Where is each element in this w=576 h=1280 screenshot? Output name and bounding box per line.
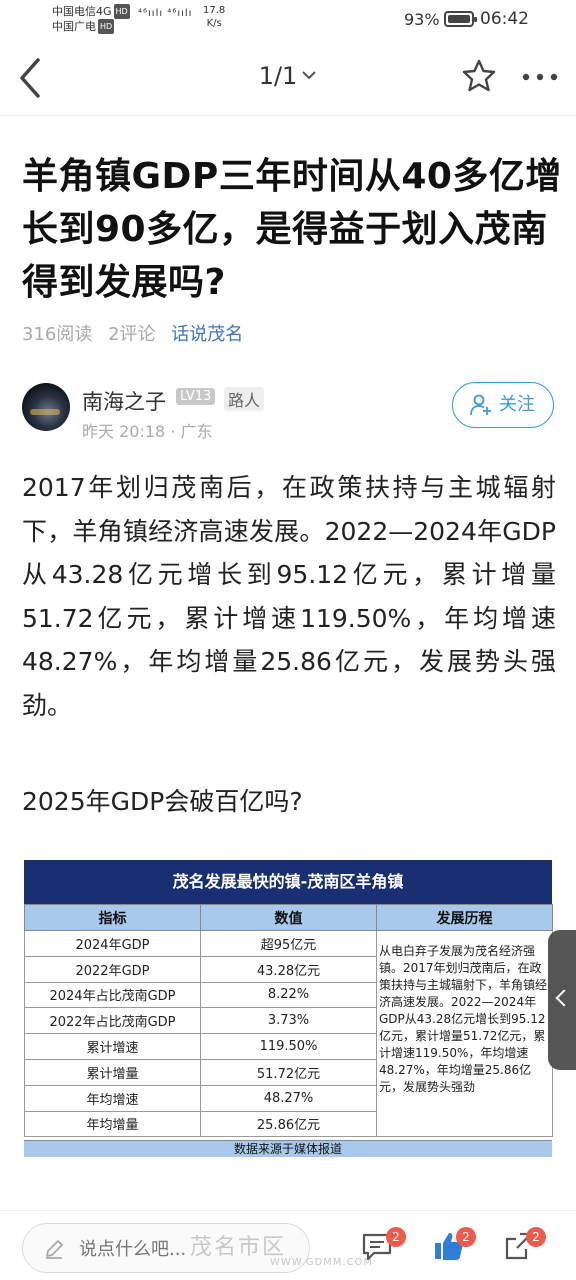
cell-value: 25.86亿元 xyxy=(200,1110,377,1138)
data-table: 指标 数值 发展历程 2024年GDP 超95亿元 从电白弃子发展为茂名经济强镇… xyxy=(24,904,553,1138)
signal-icon: ⁴⁶ıılı ⁴⁶ıılı xyxy=(138,8,193,19)
cell-label: 2022年GDP xyxy=(24,955,201,983)
article-paragraph: 2017年划归茂南后，在政策扶持与主城辐射下，羊角镇经济高速发展。2022—20… xyxy=(22,473,556,720)
pencil-icon xyxy=(46,1240,63,1259)
article-meta: 316阅读 2评论 话说茂名 xyxy=(22,320,253,346)
carrier-1: 中国电信4G xyxy=(52,5,112,18)
more-button[interactable] xyxy=(520,62,560,92)
article-title: 羊角镇GDP三年时间从40多亿增长到90多亿，是得益于划入茂南得到发展吗? xyxy=(22,156,562,303)
table-title: 茂名发展最快的镇-茂南区羊角镇 xyxy=(24,860,552,904)
status-bar: 中国电信4G HD 中国广电 HD ⁴⁶ıılı ⁴⁶ıılı 17.8 K/s 9… xyxy=(0,0,576,40)
cell-label: 2024年GDP xyxy=(24,930,201,957)
site-watermark: 茂名市区 WWW.GDMM.COM xyxy=(190,1229,373,1268)
battery-percent: 93% xyxy=(404,10,440,29)
cell-value: 48.27% xyxy=(200,1084,377,1112)
network-speed: 17.8 K/s xyxy=(203,4,225,30)
table-row: 2024年GDP 超95亿元 从电白弃子发展为茂名经济强镇。2017年划归茂南后… xyxy=(24,929,553,1138)
cell-label: 2022年占比茂南GDP xyxy=(24,1007,201,1035)
bottom-bar: 茂名市区 WWW.GDMM.COM 2 2 2 xyxy=(0,1210,576,1280)
hd-badge: HD xyxy=(98,19,115,34)
read-count: 316阅读 xyxy=(22,324,93,345)
cell-value: 超95亿元 xyxy=(200,930,377,957)
comment-count[interactable]: 2评论 xyxy=(108,324,155,345)
chevron-down-icon xyxy=(302,71,317,80)
top-nav: 1/1 xyxy=(0,40,576,116)
cell-label: 2024年占比茂南GDP xyxy=(24,981,201,1009)
star-icon xyxy=(462,59,496,92)
cell-value: 8.22% xyxy=(200,981,377,1009)
share-badge: 2 xyxy=(526,1227,546,1247)
post-time: 昨天 20:18 · 广东 xyxy=(82,422,213,441)
battery-icon xyxy=(444,11,477,27)
clock: 06:42 xyxy=(480,9,529,29)
speed-value: 17.8 xyxy=(203,5,226,16)
cell-value: 119.50% xyxy=(200,1033,377,1060)
favorite-button[interactable] xyxy=(461,58,497,94)
cell-value: 3.73% xyxy=(200,1007,377,1035)
carrier-info: 中国电信4G HD 中国广电 HD xyxy=(52,4,130,34)
hd-badge: HD xyxy=(113,4,130,19)
carrier-2: 中国广电 xyxy=(52,20,96,33)
history-note: 从电白弃子发展为茂名经济强镇。2017年划归茂南后，在政策扶持与主城辐射下，羊角… xyxy=(376,929,553,1138)
header-history: 发展历程 xyxy=(376,904,553,931)
cell-label: 累计增速 xyxy=(24,1033,201,1060)
side-drawer-handle[interactable] xyxy=(548,930,576,1070)
level-badge: LV13 xyxy=(176,388,216,405)
comment-badge: 2 xyxy=(386,1227,406,1247)
page-indicator: 1/1 xyxy=(258,62,298,90)
header-indicator: 指标 xyxy=(24,904,201,931)
info-table-image[interactable]: 茂名发展最快的镇-茂南区羊角镇 指标 数值 发展历程 2024年GDP 超95亿… xyxy=(24,860,553,1157)
cell-label: 年均增速 xyxy=(24,1084,201,1112)
watermark-url: WWW.GDMM.COM xyxy=(270,1257,374,1268)
follow-label: 关注 xyxy=(499,394,535,415)
cell-label: 年均增量 xyxy=(24,1110,201,1138)
like-badge: 2 xyxy=(456,1227,476,1247)
header-value: 数值 xyxy=(200,904,377,931)
table-source: 数据来源于媒体报道 xyxy=(24,1140,552,1157)
more-dots-icon xyxy=(522,73,558,81)
article-question: 2025年GDP会破百亿吗? xyxy=(22,787,303,816)
role-badge: 路人 xyxy=(224,387,265,411)
follow-button[interactable]: 关注 xyxy=(452,382,554,428)
author-name[interactable]: 南海之子 xyxy=(82,386,166,416)
speed-unit: K/s xyxy=(206,18,222,29)
cell-label: 累计增量 xyxy=(24,1058,201,1086)
cell-value: 51.72亿元 xyxy=(200,1058,377,1086)
avatar[interactable] xyxy=(22,383,70,431)
topic-link[interactable]: 话说茂名 xyxy=(171,324,243,345)
add-user-icon xyxy=(470,394,491,416)
cell-value: 43.28亿元 xyxy=(200,955,377,983)
